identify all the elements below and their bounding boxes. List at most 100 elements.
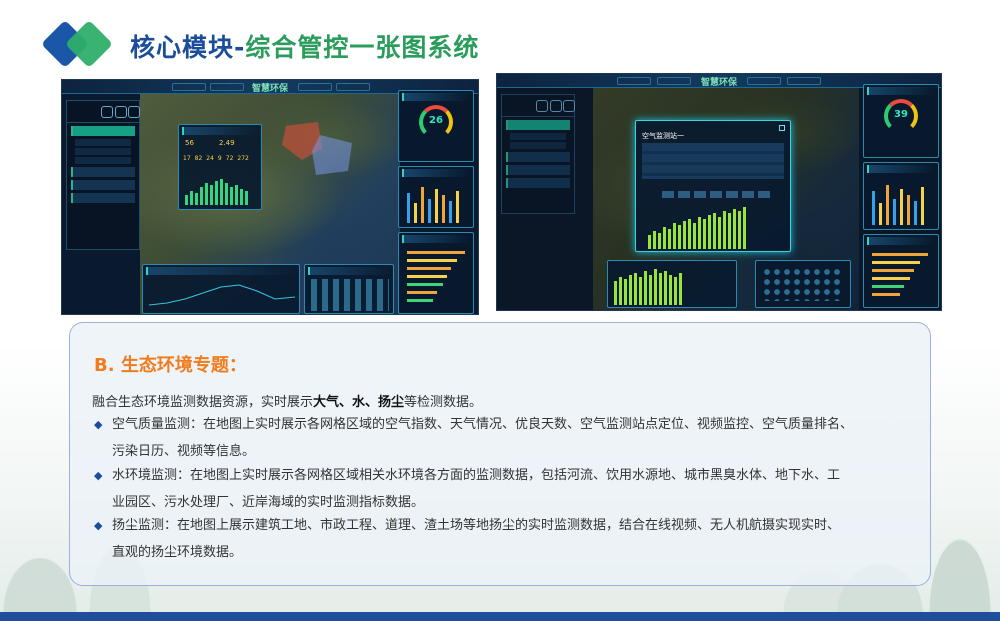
sidebar-subitem[interactable] — [75, 157, 131, 164]
24h-bar-chart — [648, 203, 746, 249]
close-icon[interactable] — [779, 125, 785, 131]
station-chart-panel — [863, 162, 939, 230]
metric-value: 72 — [225, 155, 234, 162]
sidebar-clock — [502, 95, 575, 117]
sidebar-subitem[interactable] — [75, 148, 131, 155]
pollutant-tabs[interactable] — [662, 191, 770, 198]
home-icon[interactable] — [536, 100, 548, 112]
sidebar-clock — [67, 101, 140, 123]
power-icon[interactable] — [128, 106, 140, 118]
panel-header — [867, 87, 935, 95]
bottom-bar-chart — [614, 267, 682, 305]
intro-text-end: 等检测数据。 — [404, 395, 483, 410]
ranking-bar — [407, 259, 457, 262]
ranking-bar — [407, 275, 447, 278]
station-detail-popup: 空气监测站一 — [635, 120, 791, 252]
info-icon[interactable] — [550, 100, 562, 112]
aqi-value: 39 — [894, 109, 908, 120]
panel-header — [867, 237, 935, 245]
aqi-gauge-panel: 39 — [863, 84, 939, 158]
topbar-tab[interactable] — [657, 77, 691, 85]
metric-value: 272 — [237, 155, 249, 162]
sidebar-item-air[interactable] — [506, 120, 570, 130]
dashboard-sidebar — [66, 100, 140, 250]
sidebar-item-dust[interactable] — [506, 165, 570, 175]
ranking-bar — [872, 261, 920, 264]
sidebar-item-air[interactable] — [71, 126, 135, 136]
station-chart-panel — [398, 166, 474, 228]
secondary-metric: 2.49 — [219, 139, 235, 147]
popup-title: 空气监测站一 — [642, 132, 684, 140]
dashboard-sidebar — [501, 94, 575, 214]
power-icon[interactable] — [563, 100, 575, 112]
bullet-line: 污染日历、视频等信息。 — [112, 444, 256, 459]
dashboard-screenshot-right: 智慧环保 空气监测站一 39 — [496, 73, 942, 311]
calendar-dots — [762, 267, 844, 301]
dashboard-screenshot-left: 智慧环保 56 2.49 17 82 24 9 72 272 26 — [61, 79, 479, 315]
metric-value: 17 — [183, 155, 191, 162]
bullet-line: 直观的扬尘环境数据。 — [112, 545, 243, 560]
home-icon[interactable] — [101, 106, 113, 118]
aqi-gauge: 39 — [884, 99, 918, 133]
trend-panel — [142, 264, 300, 314]
topbar-tab[interactable] — [747, 77, 781, 85]
sidebar-subitem[interactable] — [510, 133, 566, 140]
intro-text: 融合生态环境监测数据资源，实时展示 — [92, 395, 314, 410]
bullet-dust: ◆ 扬尘监测：在地图上展示建筑工地、市政工程、道理、渣土场等地扬尘的实时监测数据，… — [94, 512, 914, 566]
sidebar-subitem[interactable] — [75, 139, 131, 146]
sidebar-subitem[interactable] — [510, 142, 566, 149]
info-icon[interactable] — [115, 106, 127, 118]
trend-line-chart — [149, 284, 295, 306]
metric-value: 24 — [206, 155, 214, 162]
bottom-bar-panel — [607, 260, 737, 308]
ranking-panel — [863, 234, 939, 308]
sidebar-item-pollution[interactable] — [506, 178, 570, 188]
dashboard-brand: 智慧环保 — [251, 84, 289, 94]
air-quality-popup: 56 2.49 17 82 24 9 72 272 — [178, 124, 262, 210]
ranking-bar — [407, 267, 451, 270]
calendar-grid — [311, 279, 389, 311]
page-title-part1: 核心模块- — [130, 33, 246, 62]
topbar-tab[interactable] — [787, 77, 821, 85]
station-info-table — [642, 143, 784, 179]
aqi-gauge: 26 — [419, 105, 453, 139]
popup-bar-chart — [185, 175, 248, 205]
aqi-value: 26 — [429, 115, 443, 126]
ranking-panel — [398, 232, 474, 314]
topbar-tab[interactable] — [298, 83, 332, 91]
ranking-bar — [407, 299, 433, 302]
pollution-calendar-panel — [304, 264, 394, 314]
topbar-tab[interactable] — [210, 83, 244, 91]
section-intro: 融合生态环境监测数据资源，实时展示大气、水、扬尘等检测数据。 — [92, 391, 482, 410]
topbar-tab[interactable] — [172, 83, 206, 91]
ranking-bar — [872, 285, 904, 288]
metric-value: 9 — [217, 155, 222, 162]
bullet-line: 空气质量监测：在地图上实时展示各网格区域的空气指数、天气情况、优良天数、空气监测… — [112, 417, 854, 432]
aqi-gauge-panel: 26 — [398, 90, 474, 162]
page-title-part2: 综合管控一张图系统 — [245, 33, 480, 62]
page-title: 核心模块-综合管控一张图系统 — [130, 28, 479, 64]
ranking-bar — [407, 291, 437, 294]
topbar-tab[interactable] — [617, 77, 651, 85]
topbar-tab[interactable] — [336, 83, 370, 91]
dashboard-brand: 智慧环保 — [700, 78, 738, 88]
panel-header — [308, 267, 390, 275]
panel-header — [402, 235, 470, 243]
bullet-water: ◆ 水环境监测：在地图上实时展示各网格区域相关水环境各方面的监测数据，包括河流、饮… — [94, 462, 914, 516]
sidebar-item-pollution[interactable] — [71, 193, 135, 203]
sidebar-item-water[interactable] — [506, 152, 570, 162]
ranking-bar — [407, 251, 465, 254]
ranking-bar — [872, 269, 914, 272]
panel-header — [182, 127, 258, 135]
sidebar-item-water[interactable] — [71, 167, 135, 177]
diamond-bullet-icon: ◆ — [94, 469, 103, 482]
sidebar-item-dust[interactable] — [71, 180, 135, 190]
diamond-bullet-icon: ◆ — [94, 418, 103, 431]
metric-value: 82 — [194, 155, 203, 162]
content-card: B. 生态环境专题： 融合生态环境监测数据资源，实时展示大气、水、扬尘等检测数据… — [69, 322, 931, 586]
metric-row: 17 82 24 9 72 272 — [183, 155, 249, 162]
intro-bold: 大气、水、扬尘 — [313, 395, 405, 410]
panel-header — [402, 169, 470, 177]
bullet-line: 水环境监测：在地图上实时展示各网格区域相关水环境各方面的监测数据，包括河流、饮用… — [112, 468, 841, 483]
bullet-air-quality: ◆ 空气质量监测：在地图上实时展示各网格区域的空气指数、天气情况、优良天数、空气监… — [94, 411, 914, 465]
